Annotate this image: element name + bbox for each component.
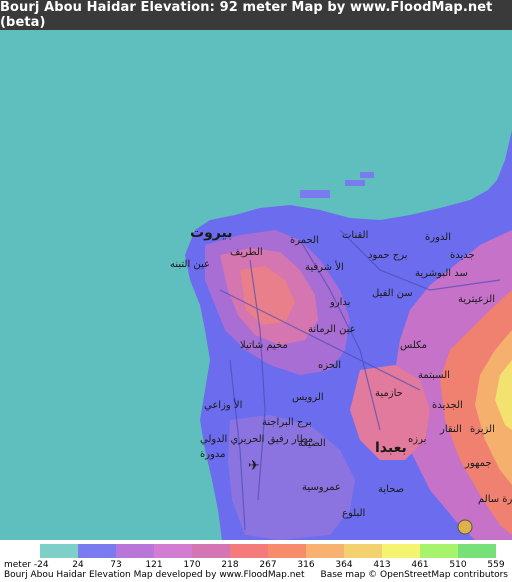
legend-tick: 364 [335, 560, 353, 570]
place-label: سد البوشرية [415, 268, 468, 279]
legend-color-scale [40, 544, 496, 558]
elevation-map[interactable]: ✈ بيروت الطريف الحمرة عين التبنه الأ شرف… [0, 30, 512, 540]
legend-swatch [192, 544, 230, 558]
place-label: مكلس [400, 340, 427, 351]
place-label: برزه [408, 434, 426, 445]
osm-logo-icon [457, 519, 473, 535]
place-label: الحزه [318, 360, 341, 371]
place-label: عين التبنه [170, 259, 210, 270]
legend-tick: 121 [145, 560, 163, 570]
place-label: الرويس [292, 392, 324, 403]
place-label: الزبرة [470, 424, 495, 435]
legend-tick: 510 [449, 560, 467, 570]
map-title: Bourj Abou Haidar Elevation: 92 meter Ma… [0, 0, 512, 30]
place-label: حازمية [375, 388, 403, 399]
place-label: برج البراجنة [262, 417, 312, 428]
legend-swatch [306, 544, 344, 558]
place-label: القنات [342, 230, 368, 241]
legend-swatch [116, 544, 154, 558]
legend-swatch [40, 544, 78, 558]
footer: Bourj Abou Haidar Elevation Map develope… [0, 570, 512, 582]
legend-swatch [458, 544, 496, 558]
legend-tick: 413 [373, 560, 391, 570]
footer-basemap-credit: Base map © OpenStreetMap contributors [320, 570, 508, 580]
airport-icon: ✈ [248, 458, 260, 474]
legend-swatch [154, 544, 192, 558]
place-label: النقار [439, 424, 462, 435]
place-label: الزعيترية [458, 294, 495, 305]
place-label: الطريف [230, 247, 263, 258]
legend-tick: 170 [183, 560, 201, 570]
legend-swatch [344, 544, 382, 558]
footer-credit: Bourj Abou Haidar Elevation Map develope… [4, 570, 305, 580]
place-label: الجديدة [432, 400, 463, 411]
place-label: جديدة [450, 250, 475, 261]
legend-swatch [382, 544, 420, 558]
place-label: حارة سالم [478, 494, 512, 505]
place-label: بعبدا [375, 440, 407, 456]
place-label: الحمرة [290, 235, 319, 246]
place-label: عمروسية [302, 482, 341, 493]
place-label: مدورة [200, 449, 226, 460]
place-label: مخيم شاتيلا [240, 340, 288, 351]
legend-swatch [78, 544, 116, 558]
legend-tick: 24 [72, 560, 84, 570]
place-label: بدارو [329, 297, 350, 308]
place-label: عين الرمانة [308, 324, 356, 335]
place-label: مطار رفيق الحريري الدولي [200, 434, 313, 445]
legend-swatch [268, 544, 306, 558]
legend-swatch [420, 544, 458, 558]
legend-tick: 218 [221, 560, 239, 570]
place-label: الدورة [425, 232, 451, 243]
place-label: برج حمود [368, 250, 408, 261]
legend-swatch [230, 544, 268, 558]
legend-tick: 267 [259, 560, 277, 570]
place-label: سن الفيل [372, 288, 413, 299]
legend-tick: 73 [110, 560, 122, 570]
place-label: بيروت [190, 225, 232, 241]
place-label: الأ شرفية [305, 260, 344, 273]
legend-tick: 461 [411, 560, 429, 570]
place-label: البلوع [342, 508, 365, 519]
place-label: صحاية [378, 484, 404, 495]
map-canvas: ✈ بيروت الطريف الحمرة عين التبنه الأ شرف… [0, 30, 512, 540]
legend-tick: 559 [487, 560, 505, 570]
place-label: السبتمة [418, 370, 450, 381]
place-label: الأ وزاعي [204, 398, 242, 411]
place-label: جمهور [464, 458, 492, 469]
legend-tick: 316 [297, 560, 315, 570]
legend-unit-and-first-tick: meter -24 [4, 560, 49, 570]
